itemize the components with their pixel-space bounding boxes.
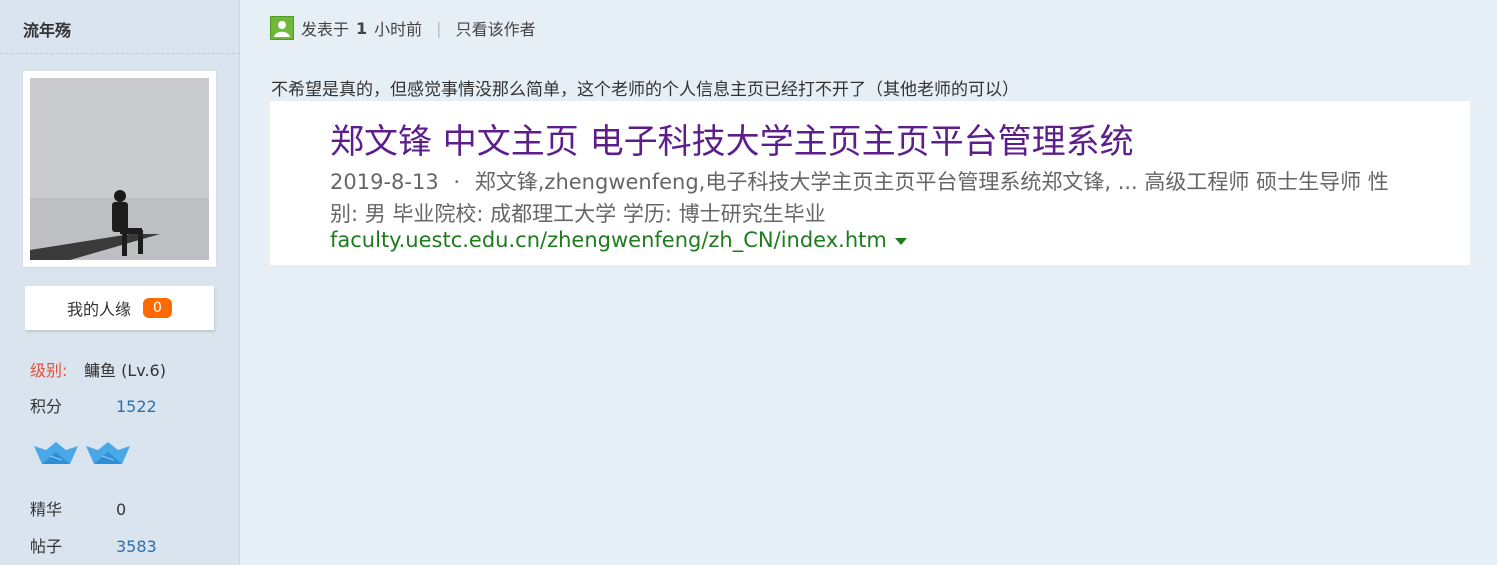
author-username[interactable]: 流年殇 bbox=[23, 17, 71, 41]
points-value[interactable]: 1522 bbox=[116, 397, 157, 416]
post-body-text: 不希望是真的，但感觉事情没那么简单，这个老师的个人信息主页已经打不开了（其他老师… bbox=[271, 80, 1019, 100]
avatar[interactable] bbox=[30, 78, 209, 260]
level-row: 级别: 鳙鱼 (Lv.6) bbox=[30, 357, 166, 381]
only-author-link[interactable]: 只看该作者 bbox=[456, 16, 536, 40]
url-dropdown-icon[interactable] bbox=[894, 237, 907, 245]
avatar-image bbox=[30, 78, 209, 260]
my-popularity-button[interactable]: 我的人缘 0 bbox=[25, 286, 214, 330]
snippet-text: 郑文锋,zhengwenfeng,电子科技大学主页主页平台管理系统郑文锋, ..… bbox=[330, 170, 1389, 226]
paper-boat-icon[interactable] bbox=[84, 440, 132, 470]
popularity-count-badge: 0 bbox=[143, 298, 172, 318]
post-time-number: 1 bbox=[356, 18, 368, 38]
popularity-label: 我的人缘 bbox=[67, 300, 132, 319]
header-separator: | bbox=[436, 18, 442, 38]
essence-row: 精华 0 bbox=[30, 496, 126, 520]
posts-value[interactable]: 3583 bbox=[116, 537, 157, 556]
sidebar-divider bbox=[0, 53, 240, 54]
snippet-date: 2019-8-13 bbox=[330, 170, 439, 194]
essence-label: 精华 bbox=[30, 500, 63, 519]
post-header: 发表于 1 小时前 | 只看该作者 bbox=[270, 16, 536, 40]
post-time-unit: 小时前 bbox=[374, 20, 423, 39]
avatar-frame[interactable] bbox=[22, 70, 217, 268]
search-result-url[interactable]: faculty.uestc.edu.cn/zhengwenfeng/zh_CN/… bbox=[330, 228, 907, 252]
level-label: 级别: bbox=[30, 361, 68, 380]
author-sidebar: 流年殇 我的人缘 0 级别: 鳙鱼 (Lv.6) 积分 1522 精华 0 帖子… bbox=[0, 0, 240, 565]
search-result-title[interactable]: 郑文锋 中文主页 电子科技大学主页主页平台管理系统 bbox=[330, 114, 1134, 163]
snippet-dot: · bbox=[453, 170, 461, 194]
online-status-icon bbox=[270, 16, 294, 40]
points-row: 积分 1522 bbox=[30, 393, 157, 417]
url-text: faculty.uestc.edu.cn/zhengwenfeng/zh_CN/… bbox=[330, 228, 887, 252]
search-result-screenshot: 郑文锋 中文主页 电子科技大学主页主页平台管理系统 2019-8-13 · 郑文… bbox=[270, 101, 1470, 265]
points-label: 积分 bbox=[30, 397, 63, 416]
paper-boat-icon[interactable] bbox=[32, 440, 80, 470]
search-result-snippet: 2019-8-13 · 郑文锋,zhengwenfeng,电子科技大学主页主页平… bbox=[330, 166, 1410, 230]
posted-label: 发表于 bbox=[301, 20, 350, 39]
posts-row: 帖子 3583 bbox=[30, 533, 157, 557]
level-value: 鳙鱼 (Lv.6) bbox=[84, 361, 166, 380]
essence-value[interactable]: 0 bbox=[116, 500, 126, 519]
posts-label: 帖子 bbox=[30, 537, 63, 556]
medal-badges bbox=[32, 440, 132, 470]
